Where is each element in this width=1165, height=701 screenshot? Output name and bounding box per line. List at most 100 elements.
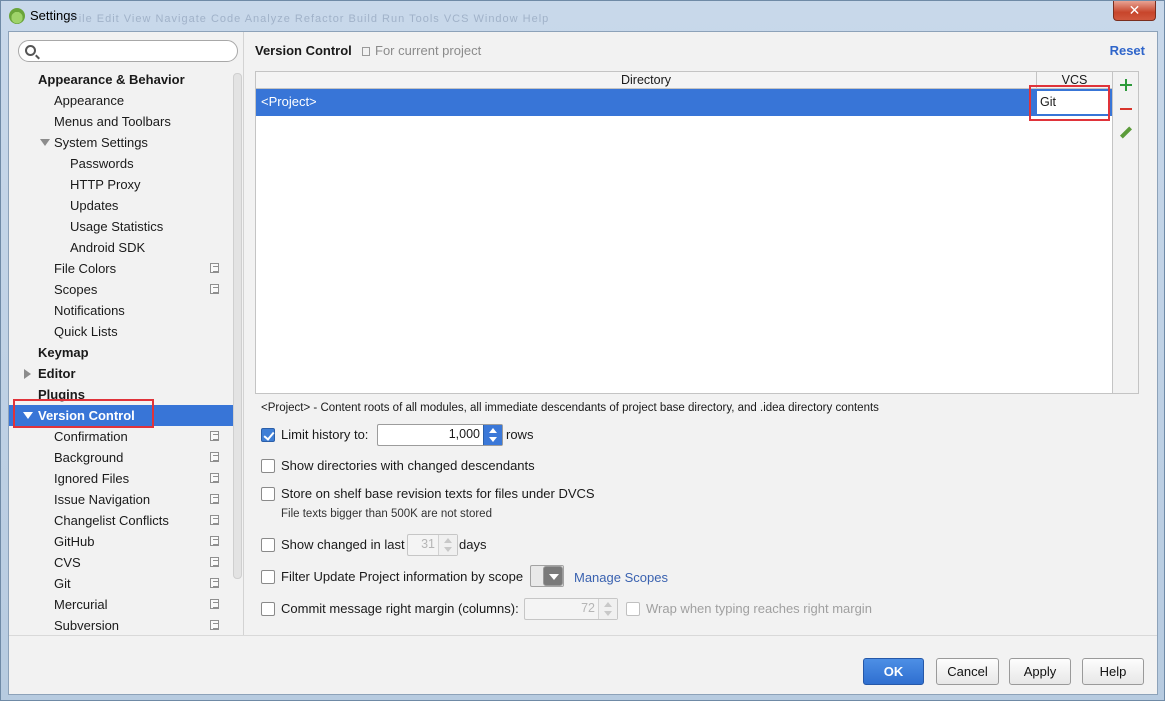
highlight-box-git: [1029, 85, 1110, 121]
search-box[interactable]: [18, 40, 238, 62]
spinner-arrows-icon[interactable]: [598, 599, 617, 619]
limit-history-label[interactable]: Limit history to:: [281, 426, 368, 444]
search-icon: [25, 45, 36, 56]
ok-button[interactable]: OK: [863, 658, 924, 685]
sidebar-item-git[interactable]: Git: [9, 573, 233, 594]
close-button[interactable]: ✕: [1113, 1, 1156, 21]
filter-update-checkbox[interactable]: [261, 570, 275, 584]
sidebar-item-passwords[interactable]: Passwords: [9, 153, 233, 174]
store-shelf-note: File texts bigger than 500K are not stor…: [281, 508, 492, 520]
table-row[interactable]: <Project> Git: [256, 89, 1112, 116]
wrap-label[interactable]: Wrap when typing reaches right margin: [646, 600, 872, 618]
show-changed-checkbox[interactable]: [261, 538, 275, 552]
sidebar-item-issue-navigation[interactable]: Issue Navigation: [9, 489, 233, 510]
sidebar-item-label: Quick Lists: [54, 324, 118, 339]
window-title: Settings: [30, 8, 77, 23]
show-dirs-checkbox[interactable]: [261, 459, 275, 473]
column-header-directory[interactable]: Directory: [256, 72, 1037, 89]
sidebar-item-mercurial[interactable]: Mercurial: [9, 594, 233, 615]
sidebar-item-label: Usage Statistics: [70, 219, 164, 234]
sidebar-item-label: Mercurial: [54, 597, 108, 612]
sidebar-item-label: Scopes: [54, 282, 98, 297]
commit-margin-spinner[interactable]: 72: [524, 598, 618, 620]
sidebar-item-label: Editor: [38, 366, 76, 381]
sidebar-item-appearance[interactable]: Appearance: [9, 90, 233, 111]
rows-label: rows: [506, 427, 534, 442]
sidebar-item-appearance-behavior[interactable]: Appearance & Behavior: [9, 69, 233, 90]
limit-history-value[interactable]: 1,000: [449, 427, 480, 441]
apply-button[interactable]: Apply: [1009, 658, 1071, 685]
sidebar-item-scopes[interactable]: Scopes: [9, 279, 233, 300]
limit-history-checkbox[interactable]: [261, 428, 275, 442]
wrap-option: Wrap when typing reaches right margin: [626, 600, 906, 620]
commit-margin-label[interactable]: Commit message right margin (columns):: [281, 600, 519, 618]
sidebar-item-github[interactable]: GitHub: [9, 531, 233, 552]
sidebar-item-subversion[interactable]: Subversion: [9, 615, 233, 636]
cancel-button[interactable]: Cancel: [936, 658, 999, 685]
sidebar-item-quick-lists[interactable]: Quick Lists: [9, 321, 233, 342]
scope-select[interactable]: [530, 565, 564, 587]
show-changed-spinner[interactable]: 31: [407, 534, 458, 556]
background-menu-ghost: File Edit View Navigate Code Analyze Ref…: [71, 13, 550, 25]
sidebar-item-editor[interactable]: Editor: [9, 363, 233, 384]
sidebar-item-confirmation[interactable]: Confirmation: [9, 426, 233, 447]
remove-icon[interactable]: [1119, 102, 1133, 116]
show-dirs-label[interactable]: Show directories with changed descendant…: [281, 457, 535, 475]
dialog-body: Appearance & Behavior Appearance Menus a…: [8, 31, 1158, 695]
table-toolbar: [1113, 71, 1139, 394]
spinner-arrows-icon[interactable]: [438, 535, 457, 555]
sidebar-item-label: Confirmation: [54, 429, 128, 444]
sidebar-item-label: System Settings: [54, 135, 148, 150]
sidebar-item-updates[interactable]: Updates: [9, 195, 233, 216]
expand-arrow-icon[interactable]: [40, 139, 50, 146]
title-bar[interactable]: Settings File Edit View Navigate Code An…: [1, 1, 1164, 31]
limit-history-spinner[interactable]: 1,000: [377, 424, 503, 446]
project-scope-icon: [210, 536, 219, 546]
sidebar-item-label: CVS: [54, 555, 81, 570]
show-changed-value[interactable]: 31: [421, 537, 435, 551]
sidebar-item-keymap[interactable]: Keymap: [9, 342, 233, 363]
commit-margin-value[interactable]: 72: [581, 601, 595, 615]
project-scope-icon: [210, 515, 219, 525]
sidebar-item-cvs[interactable]: CVS: [9, 552, 233, 573]
manage-scopes-link[interactable]: Manage Scopes: [574, 570, 668, 585]
sidebar-item-label: Passwords: [70, 156, 134, 171]
spinner-arrows-icon[interactable]: [483, 425, 502, 445]
chevron-down-icon[interactable]: [543, 566, 563, 586]
add-icon[interactable]: [1119, 78, 1133, 92]
version-control-panel: Version Control For current project Rese…: [245, 32, 1157, 635]
store-shelf-label[interactable]: Store on shelf base revision texts for f…: [281, 485, 595, 503]
sidebar-scrollbar[interactable]: [233, 73, 242, 579]
commit-margin-checkbox[interactable]: [261, 602, 275, 616]
reset-link[interactable]: Reset: [1110, 43, 1145, 58]
sidebar-item-menus-toolbars[interactable]: Menus and Toolbars: [9, 111, 233, 132]
sidebar-item-android-sdk[interactable]: Android SDK: [9, 237, 233, 258]
sidebar-item-notifications[interactable]: Notifications: [9, 300, 233, 321]
sidebar-item-http-proxy[interactable]: HTTP Proxy: [9, 174, 233, 195]
sidebar-item-file-colors[interactable]: File Colors: [9, 258, 233, 279]
filter-update-option: Filter Update Project information by sco…: [261, 568, 551, 588]
show-changed-label[interactable]: Show changed in last: [281, 536, 405, 554]
cell-directory[interactable]: <Project>: [261, 94, 317, 109]
help-button[interactable]: Help: [1082, 658, 1144, 685]
sidebar-item-system-settings[interactable]: System Settings: [9, 132, 233, 153]
commit-margin-option: Commit message right margin (columns):: [261, 600, 541, 620]
filter-update-label[interactable]: Filter Update Project information by sco…: [281, 568, 523, 586]
sidebar-item-background[interactable]: Background: [9, 447, 233, 468]
show-dirs-option: Show directories with changed descendant…: [261, 457, 661, 477]
sidebar-item-ignored-files[interactable]: Ignored Files: [9, 468, 233, 489]
project-scope-icon: [210, 284, 219, 294]
project-scope-icon: [210, 557, 219, 567]
settings-sidebar: Appearance & Behavior Appearance Menus a…: [9, 32, 244, 635]
vcs-mappings-table: Directory VCS <Project> Git: [255, 71, 1113, 394]
search-input[interactable]: [41, 43, 231, 59]
store-shelf-checkbox[interactable]: [261, 487, 275, 501]
wrap-checkbox[interactable]: [626, 602, 640, 616]
project-scope-icon: [210, 431, 219, 441]
days-label: days: [459, 537, 487, 552]
sidebar-item-usage-statistics[interactable]: Usage Statistics: [9, 216, 233, 237]
project-scope-icon: [210, 473, 219, 483]
collapse-arrow-icon[interactable]: [24, 369, 31, 379]
sidebar-item-changelist-conflicts[interactable]: Changelist Conflicts: [9, 510, 233, 531]
edit-icon[interactable]: [1119, 126, 1133, 140]
